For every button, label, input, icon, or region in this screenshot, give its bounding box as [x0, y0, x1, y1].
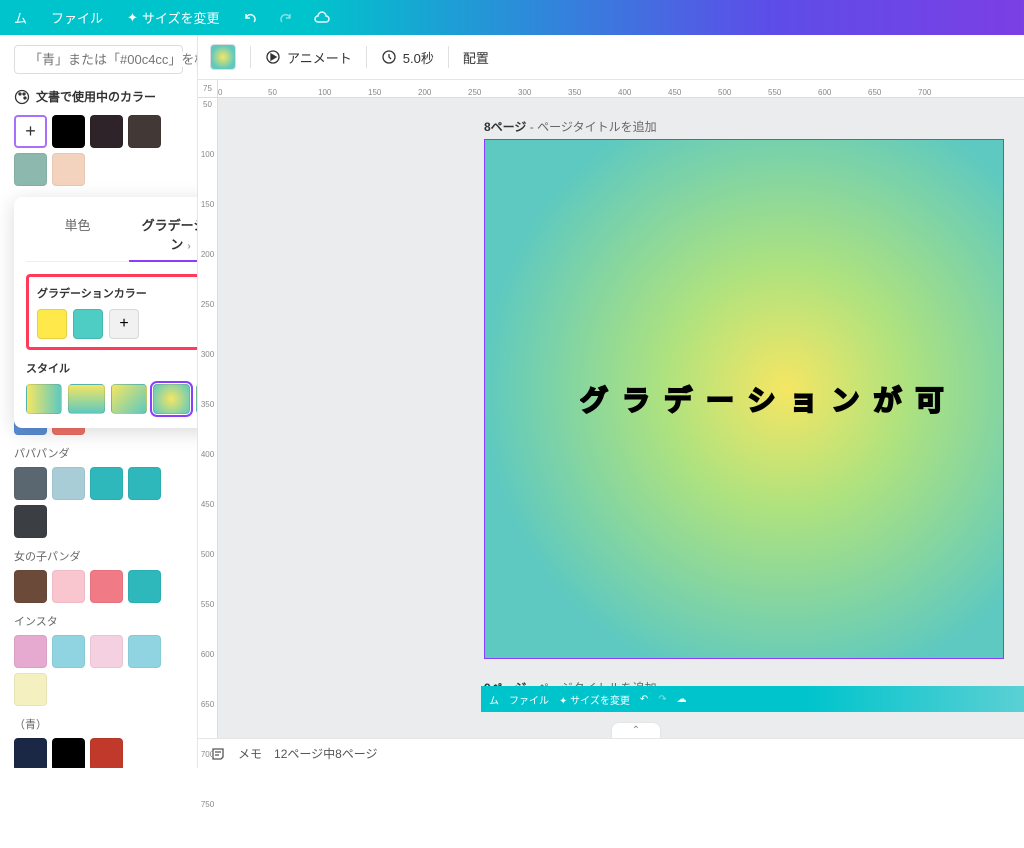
gradient-stop[interactable] — [37, 309, 67, 339]
color-swatch[interactable] — [52, 115, 85, 148]
fill-color-button[interactable] — [210, 44, 236, 70]
tab-solid[interactable]: 単色 — [26, 207, 129, 261]
color-swatch[interactable] — [14, 467, 47, 500]
mini-file[interactable]: ファイル — [509, 692, 549, 707]
color-swatch[interactable] — [128, 570, 161, 603]
gradient-stop[interactable] — [73, 309, 103, 339]
bottom-bar: メモ 12ページ中8ページ — [198, 738, 1024, 768]
add-gradient-stop[interactable]: + — [109, 309, 139, 339]
position-button[interactable]: 配置 — [463, 48, 489, 67]
color-swatch[interactable] — [90, 635, 123, 668]
doc-colors-row: + — [14, 115, 183, 186]
mini-resize[interactable]: ✦ サイズを変更 — [559, 692, 630, 707]
color-swatch[interactable] — [14, 153, 47, 186]
ruler-corner: 75 — [198, 80, 218, 98]
color-group-label: パパパンダ — [14, 445, 183, 461]
color-swatch[interactable] — [14, 673, 47, 706]
animate-icon — [265, 49, 281, 65]
tab-gradient[interactable]: グラデーション› — [129, 207, 198, 261]
color-swatch[interactable] — [128, 467, 161, 500]
color-swatch[interactable] — [14, 738, 47, 768]
mini-toolbar: ム ファイル ✦ サイズを変更 ↶ ↷ ☁ — [481, 686, 1024, 712]
color-swatch[interactable] — [128, 115, 161, 148]
magic-icon: ✦ — [127, 10, 138, 26]
gradient-style-option[interactable] — [26, 384, 62, 414]
color-swatch[interactable] — [14, 570, 47, 603]
mini-redo-icon[interactable]: ↷ — [658, 694, 666, 705]
file-menu[interactable]: ファイル — [45, 4, 109, 31]
gradient-style-option[interactable] — [153, 384, 189, 414]
color-swatch[interactable] — [90, 738, 123, 768]
search-input[interactable] — [29, 52, 198, 67]
gradient-style-option[interactable] — [68, 384, 104, 414]
style-label: スタイル — [26, 360, 198, 376]
top-toolbar: ム ファイル ✦サイズを変更 — [0, 0, 1024, 35]
animate-button[interactable]: アニメート — [265, 48, 352, 67]
notes-button[interactable]: メモ — [238, 745, 262, 762]
color-swatch[interactable] — [90, 467, 123, 500]
mini-cloud-icon[interactable]: ☁ — [677, 694, 687, 705]
color-swatch[interactable] — [52, 467, 85, 500]
expand-handle[interactable]: ⌃ — [611, 722, 661, 738]
redo-icon[interactable] — [274, 6, 298, 30]
doc-colors-label: 文書で使用中のカラー — [14, 88, 183, 105]
color-side-panel: 文書で使用中のカラー + パパパンダ女の子パンダインスタ（青）（緑） 写真の色 … — [0, 35, 198, 768]
ruler-horizontal: 0501001502002503003504004505005506006507… — [198, 80, 1024, 98]
add-color-button[interactable]: + — [14, 115, 47, 148]
color-swatch[interactable] — [52, 153, 85, 186]
gradient-color-highlight: グラデーションカラー + — [26, 274, 198, 350]
canvas-viewport[interactable]: 8ページ - ページタイトルを追加 グラデーションが可 9ページ - ページタイ… — [198, 98, 1024, 738]
color-swatch[interactable] — [52, 570, 85, 603]
color-search[interactable] — [14, 45, 183, 74]
gradient-style-option[interactable] — [111, 384, 147, 414]
color-group-label: （青） — [14, 716, 183, 732]
chevron-right-icon: › — [187, 241, 190, 252]
home-menu[interactable]: ム — [8, 4, 33, 31]
color-swatch[interactable] — [90, 570, 123, 603]
clock-icon — [381, 49, 397, 65]
canvas-area: アニメート 5.0秒 配置 75 05010015020025030035040… — [198, 35, 1024, 768]
mini-home[interactable]: ム — [489, 692, 499, 707]
color-swatch[interactable] — [52, 635, 85, 668]
color-swatch[interactable] — [90, 115, 123, 148]
canvas-text[interactable]: グラデーションが可 — [580, 379, 1013, 419]
context-toolbar: アニメート 5.0秒 配置 — [198, 35, 1024, 80]
color-swatch[interactable] — [14, 635, 47, 668]
duration-button[interactable]: 5.0秒 — [381, 48, 434, 67]
cloud-sync-icon[interactable] — [310, 6, 334, 30]
gradient-color-label: グラデーションカラー — [37, 285, 198, 301]
color-swatch[interactable] — [14, 505, 47, 538]
color-group-label: インスタ — [14, 613, 183, 629]
color-swatch[interactable] — [52, 738, 85, 768]
mini-undo-icon[interactable]: ↶ — [640, 694, 648, 705]
undo-icon[interactable] — [238, 6, 262, 30]
color-group-label: 女の子パンダ — [14, 548, 183, 564]
gradient-popover: 単色 グラデーション› グラデーションカラー + スタイル — [14, 197, 198, 428]
palette-icon — [14, 89, 30, 105]
page-counter: 12ページ中8ページ — [274, 745, 378, 762]
color-swatch[interactable] — [128, 635, 161, 668]
page-8-label[interactable]: 8ページ - ページタイトルを追加 — [484, 118, 1004, 135]
resize-menu[interactable]: ✦サイズを変更 — [121, 4, 226, 31]
page-8-canvas[interactable]: グラデーションが可 — [484, 139, 1004, 659]
